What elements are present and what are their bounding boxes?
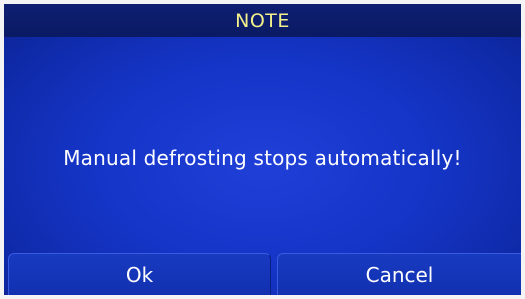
- device-bezel: NOTE Manual defrosting stops automatical…: [0, 0, 525, 299]
- dialog-title-bar: NOTE: [4, 4, 521, 37]
- cancel-button[interactable]: Cancel: [277, 253, 521, 295]
- dialog-button-row: Ok Cancel: [4, 253, 521, 295]
- ok-button[interactable]: Ok: [8, 253, 271, 295]
- cancel-button-label: Cancel: [365, 262, 434, 287]
- dialog-screen: NOTE Manual defrosting stops automatical…: [4, 4, 521, 295]
- ok-button-label: Ok: [125, 262, 154, 287]
- dialog-message: Manual defrosting stops automatically!: [63, 146, 462, 170]
- dialog-title: NOTE: [235, 9, 290, 32]
